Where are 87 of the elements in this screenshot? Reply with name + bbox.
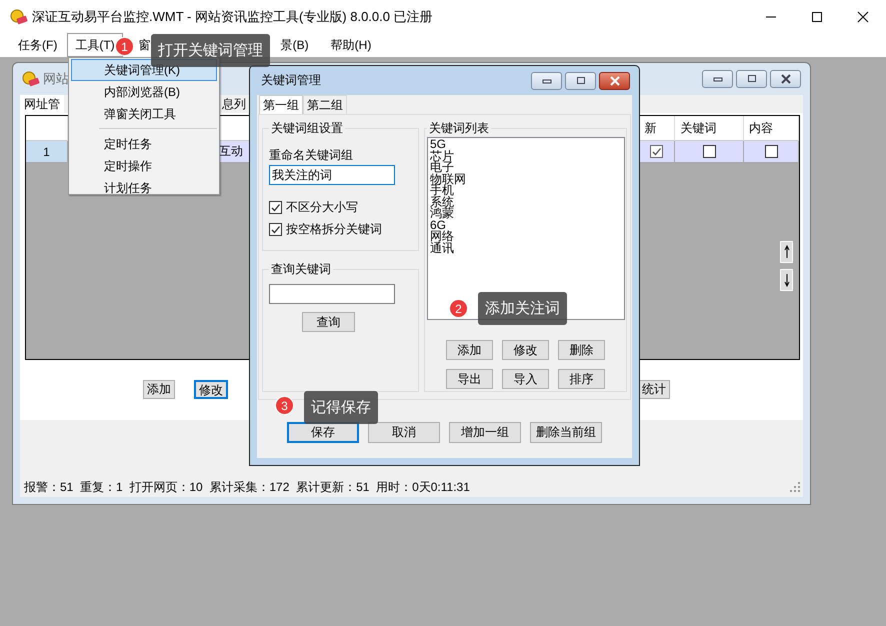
check-icon (270, 224, 281, 235)
menu-item[interactable]: 窗 (138, 33, 152, 57)
checkbox-label: 不区分大小写 (286, 199, 358, 216)
tab[interactable]: 息列 (221, 95, 247, 113)
action-button[interactable]: 添加 (143, 380, 175, 399)
list-item[interactable]: 芯片 (430, 150, 622, 162)
move-up-button[interactable] (780, 241, 793, 263)
checkbox[interactable] (702, 145, 716, 158)
move-down-button[interactable] (780, 269, 793, 291)
action-button[interactable]: 增加一组 (449, 422, 521, 443)
menu-item[interactable]: 定时操作 (71, 155, 217, 177)
search-button[interactable]: 查询 (302, 312, 355, 332)
list-item[interactable]: 鸿蒙 (430, 208, 622, 220)
checkbox[interactable] (269, 223, 282, 236)
checkbox[interactable] (269, 201, 282, 214)
app-icon (22, 71, 40, 87)
search-field[interactable] (269, 284, 395, 304)
table-cell: 互动 (218, 143, 243, 160)
step-badge: 3 (276, 397, 293, 414)
down-arrow-icon (784, 273, 790, 287)
callout-tooltip: 打开关键词管理 (151, 34, 270, 67)
menu-item[interactable]: 景(B) (280, 33, 310, 57)
tab[interactable]: 网址管 (20, 95, 64, 113)
action-button[interactable]: 统计 (638, 380, 670, 399)
menu-item[interactable]: 工具(T) (67, 33, 123, 57)
close-icon (608, 76, 620, 86)
close-button[interactable] (599, 72, 630, 90)
list-item[interactable]: 物联网 (430, 174, 622, 185)
maximize-icon (746, 74, 758, 84)
menu-item[interactable]: 弹窗关闭工具 (71, 103, 217, 125)
window-title: 深证互动易平台监控.WMT - 网站资讯监控工具(专业版) 8.0.0.0 已注册 (32, 8, 433, 26)
maximize-icon (574, 76, 586, 86)
tab[interactable]: 第一组 (259, 95, 303, 114)
group-title: 关键词列表 (428, 120, 490, 137)
group-name-field[interactable]: 我关注的词 (269, 165, 395, 185)
callout-tooltip: 记得保存 (304, 391, 378, 424)
action-button[interactable]: 保存 (287, 422, 359, 443)
minimize-icon (712, 75, 724, 83)
checkbox-label: 按空格拆分关键词 (286, 221, 382, 238)
list-item[interactable]: 网络 (430, 231, 622, 242)
up-arrow-icon (784, 245, 790, 259)
checkbox[interactable] (764, 145, 778, 158)
menu-item[interactable]: 任务(F) (10, 33, 66, 57)
close-icon (780, 74, 792, 84)
tab[interactable]: 第二组 (303, 95, 347, 114)
minimize-button[interactable] (702, 70, 733, 88)
list-item[interactable]: 电子 (430, 162, 622, 174)
menu-item[interactable]: 定时任务 (71, 133, 217, 155)
maximize-icon (811, 10, 823, 22)
list-item[interactable]: 6G (430, 220, 622, 231)
action-button[interactable]: 导出 (446, 369, 493, 389)
action-button[interactable]: 取消 (368, 422, 440, 443)
list-item[interactable]: 系统 (430, 196, 622, 208)
action-button[interactable]: 删除当前组 (530, 422, 602, 443)
row-number: 1 (26, 141, 68, 163)
action-button[interactable]: 添加 (446, 340, 493, 360)
action-button[interactable]: 删除 (558, 340, 605, 360)
maximize-button[interactable] (565, 72, 596, 90)
group-title: 关键词组设置 (270, 120, 344, 137)
step-badge: 2 (450, 300, 467, 317)
resize-grip-icon[interactable] (790, 482, 800, 492)
action-button[interactable]: 导入 (502, 369, 549, 389)
list-item[interactable]: 5G (430, 139, 622, 150)
close-button[interactable] (770, 70, 801, 88)
close-icon (857, 10, 869, 22)
status-text: 报警：51 重复：1 打开网页：10 累计采集：172 累计更新：51 用时：0天0:11:31 (24, 478, 470, 496)
step-badge: 1 (116, 38, 133, 55)
check-icon (651, 146, 662, 157)
dialog-title: 关键词管理 (261, 72, 321, 89)
action-button[interactable]: 修改 (194, 380, 228, 399)
menu-item[interactable]: 帮助(H) (322, 33, 380, 57)
menu-item[interactable]: 内部浏览器(B) (71, 81, 217, 103)
group-title: 查询关键词 (270, 261, 332, 278)
callout-tooltip: 添加关注词 (478, 292, 567, 325)
action-button[interactable]: 排序 (558, 369, 605, 389)
field-label: 重命名关键词组 (269, 147, 354, 164)
window-title: 网站 (43, 70, 69, 88)
app-icon (10, 8, 28, 24)
maximize-button[interactable] (736, 70, 767, 88)
list-item[interactable]: 通讯 (430, 242, 622, 254)
check-icon (270, 202, 281, 213)
minimize-icon (540, 76, 552, 84)
menu-item[interactable]: 计划任务 (71, 177, 217, 199)
minimize-button[interactable] (531, 72, 562, 90)
checkbox[interactable] (650, 145, 664, 158)
action-button[interactable]: 修改 (502, 340, 549, 360)
list-item[interactable]: 手机 (430, 185, 622, 196)
